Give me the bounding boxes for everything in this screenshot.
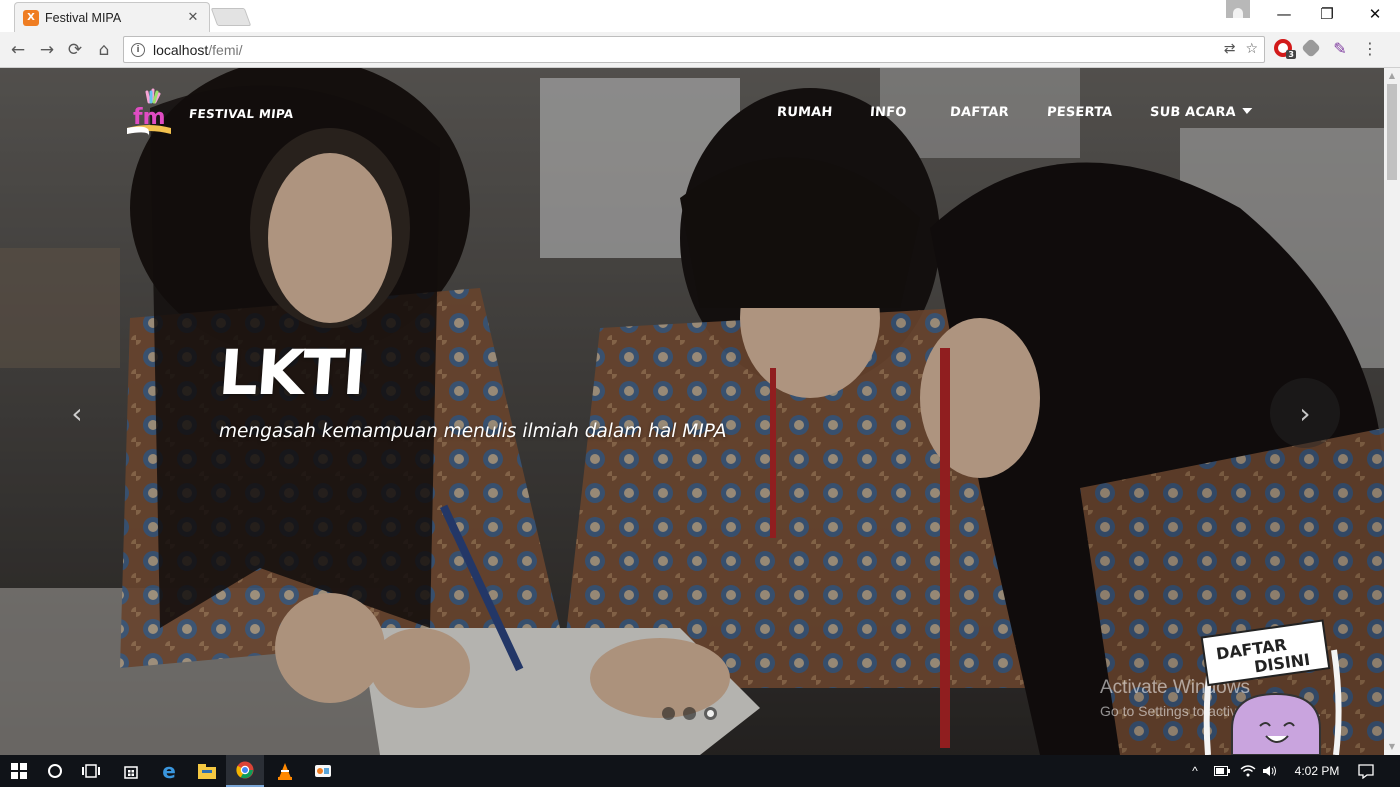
reload-button[interactable]: ⟳ bbox=[62, 37, 88, 63]
translate-icon[interactable]: ⇄ bbox=[1224, 41, 1236, 57]
page-viewport: fm FESTIVAL MIPA RUMAH INFO DAFTAR PESER… bbox=[0, 68, 1384, 755]
tray-chevron-up-icon[interactable]: ^ bbox=[1188, 755, 1202, 787]
new-tab-button[interactable] bbox=[210, 8, 252, 26]
hero-overlay bbox=[0, 68, 1384, 755]
festival-mipa-logo: fm bbox=[127, 88, 171, 136]
chrome-menu-icon[interactable]: ⋮ bbox=[1362, 39, 1378, 58]
carousel-next-button[interactable]: › bbox=[1270, 378, 1340, 448]
forward-button[interactable]: → bbox=[34, 37, 60, 63]
back-button[interactable]: ← bbox=[5, 37, 31, 63]
url-host: localhost bbox=[153, 41, 209, 58]
chevron-right-icon: › bbox=[1299, 396, 1311, 430]
battery-icon[interactable] bbox=[1212, 755, 1232, 787]
scroll-down-icon[interactable]: ▼ bbox=[1384, 739, 1400, 755]
cortana-icon[interactable] bbox=[36, 755, 74, 787]
bookmark-star-icon[interactable]: ☆ bbox=[1245, 41, 1258, 57]
nav-daftar[interactable]: DAFTAR bbox=[949, 105, 1009, 120]
carousel-indicator[interactable] bbox=[662, 707, 675, 720]
windows-start-icon[interactable] bbox=[0, 755, 38, 787]
home-button[interactable]: ⌂ bbox=[91, 37, 117, 63]
extension-badge: 3 bbox=[1286, 50, 1296, 59]
wifi-icon[interactable] bbox=[1238, 755, 1258, 787]
file-explorer-icon[interactable] bbox=[188, 755, 226, 787]
info-icon[interactable]: i bbox=[131, 42, 145, 57]
carousel-indicator-active[interactable] bbox=[704, 707, 717, 720]
volume-icon[interactable] bbox=[1260, 755, 1280, 787]
logo-letters: fm bbox=[133, 105, 166, 130]
nav-rumah[interactable]: RUMAH bbox=[776, 105, 833, 120]
nav-sub-acara-label: SUB ACARA bbox=[1149, 105, 1237, 120]
chevron-left-icon: ‹ bbox=[71, 396, 83, 430]
nav-info[interactable]: INFO bbox=[869, 105, 907, 120]
notification-center-icon[interactable] bbox=[1355, 755, 1377, 787]
taskbar-clock[interactable]: 4:02 PM bbox=[1285, 755, 1349, 787]
scroll-up-icon[interactable]: ▲ bbox=[1384, 68, 1400, 84]
restore-button[interactable]: ❐ bbox=[1304, 0, 1350, 28]
person-icon bbox=[1233, 8, 1243, 18]
nav-sub-acara-dropdown[interactable]: SUB ACARA bbox=[1149, 105, 1253, 120]
caret-down-icon bbox=[1241, 107, 1253, 114]
carousel-subtitle: mengasah kemampuan menulis ilmiah dalam … bbox=[219, 421, 727, 442]
brand-name: FESTIVAL MIPA bbox=[188, 107, 295, 121]
windows-taskbar: e ^ 4:02 PM bbox=[0, 755, 1400, 787]
close-window-button[interactable]: ✕ bbox=[1352, 0, 1398, 28]
vlc-icon[interactable] bbox=[266, 755, 304, 787]
minimize-button[interactable]: — bbox=[1261, 0, 1307, 28]
carousel-indicator[interactable] bbox=[683, 707, 696, 720]
xampp-favicon-icon: X bbox=[23, 9, 39, 26]
cube-extension-icon[interactable] bbox=[1301, 38, 1321, 58]
nav-peserta[interactable]: PESERTA bbox=[1046, 105, 1112, 120]
url-path: /femi/ bbox=[208, 41, 243, 58]
chrome-taskbar-icon[interactable] bbox=[226, 755, 264, 787]
profile-button[interactable] bbox=[1226, 0, 1250, 18]
browser-tab[interactable]: X Festival MIPA ✕ bbox=[14, 2, 210, 32]
edge-icon[interactable]: e bbox=[150, 755, 188, 787]
daftar-disini-badge[interactable]: DAFTAR DISINI bbox=[1196, 614, 1346, 755]
tab-title: Festival MIPA bbox=[45, 10, 122, 25]
carousel-indicators bbox=[662, 707, 717, 720]
address-bar[interactable]: i localhost/femi/ ⇄ ☆ bbox=[123, 36, 1265, 63]
browser-titlebar: X Festival MIPA ✕ — ❐ ✕ bbox=[0, 0, 1400, 32]
xampp-taskbar-icon[interactable] bbox=[304, 755, 342, 787]
close-tab-icon[interactable]: ✕ bbox=[185, 10, 201, 25]
page-scrollbar[interactable]: ▲ ▼ bbox=[1384, 68, 1400, 755]
store-icon[interactable] bbox=[112, 755, 150, 787]
browser-toolbar: ← → ⟳ ⌂ i localhost/femi/ ⇄ ☆ 3 ✎ ⋮ bbox=[0, 32, 1400, 68]
pen-extension-icon[interactable]: ✎ bbox=[1330, 38, 1350, 58]
scrollbar-thumb[interactable] bbox=[1387, 84, 1397, 180]
task-view-icon[interactable] bbox=[72, 755, 110, 787]
site-brand[interactable]: fm FESTIVAL MIPA bbox=[121, 88, 294, 140]
carousel-prev-button[interactable]: ‹ bbox=[42, 378, 112, 448]
carousel-title: LKTI bbox=[216, 336, 367, 409]
adblock-extension-icon[interactable]: 3 bbox=[1274, 39, 1296, 59]
